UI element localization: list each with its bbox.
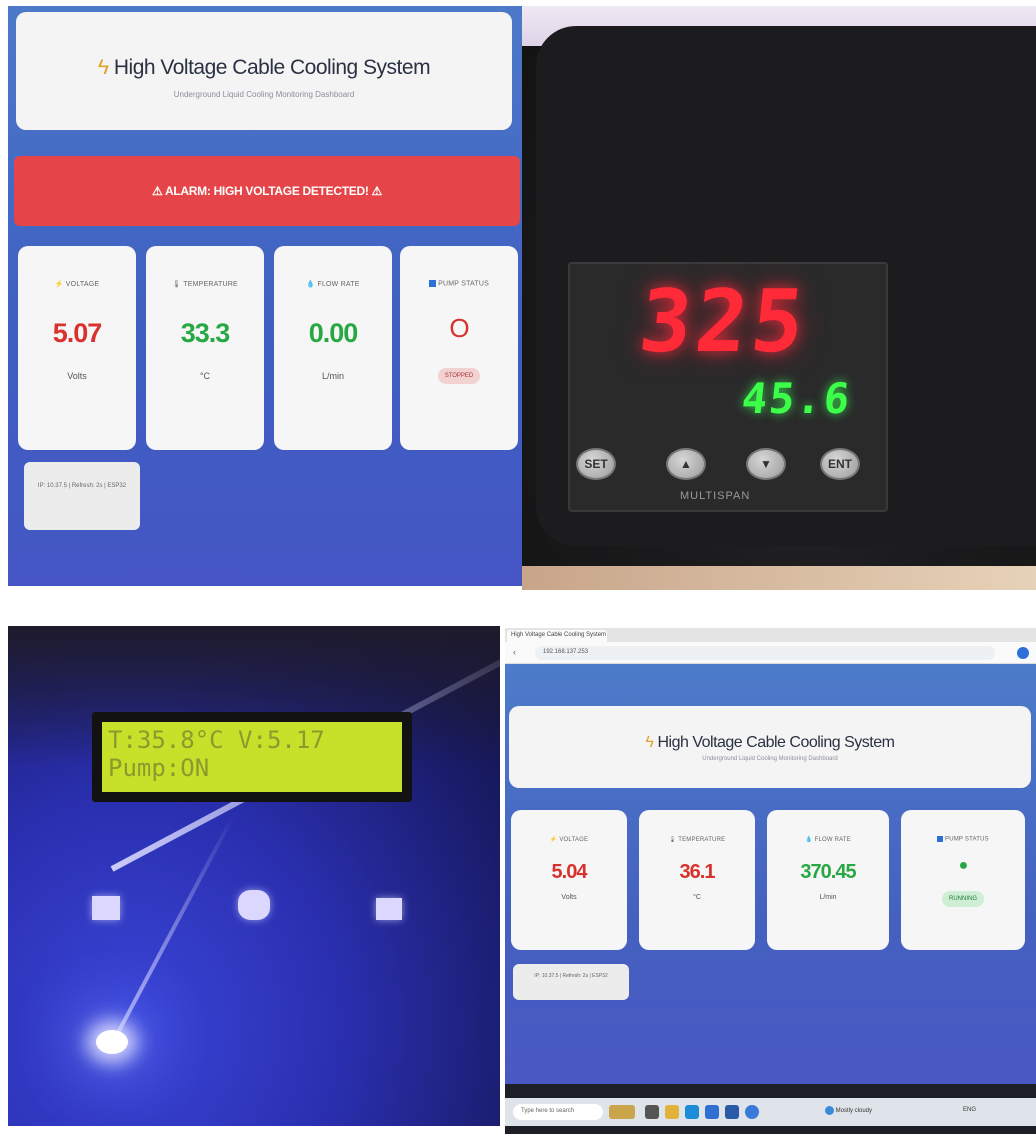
lcd-screen: T:35.8°C V:5.17 Pump:ON <box>102 722 402 792</box>
alarm-banner: ⚠ ALARM: HIGH VOLTAGE DETECTED! ⚠ <box>14 156 520 226</box>
weather-icon <box>825 1106 834 1115</box>
dashboard-photo: ϟ High Voltage Cable Cooling System Unde… <box>8 6 522 586</box>
sv-display: 45.6 <box>739 374 854 423</box>
set-button[interactable]: SET <box>576 448 616 480</box>
language-indicator: ENG <box>963 1107 977 1113</box>
pv-display: 325 <box>634 272 813 372</box>
ent-button[interactable]: ENT <box>820 448 860 480</box>
dashboard-subtitle: Underground Liquid Cooling Monitoring Da… <box>173 90 355 99</box>
dashboard-title: High Voltage Cable Cooling System <box>657 734 895 751</box>
metric-label: 💧 FLOW RATE <box>306 281 360 288</box>
lcd-module: T:35.8°C V:5.17 Pump:ON <box>92 712 412 802</box>
metric-label: 🌡 TEMPERATURE <box>668 837 726 843</box>
voltage-value: 5.07 <box>52 318 103 348</box>
explorer-icon[interactable] <box>665 1105 679 1119</box>
pump-indicator: ● <box>958 856 969 874</box>
dashboard-page: ϟ High Voltage Cable Cooling System Unde… <box>505 664 1036 1084</box>
lightning-icon: ϟ <box>645 734 654 751</box>
lcd-photo: T:35.8°C V:5.17 Pump:ON <box>8 626 500 1126</box>
metric-unit: L/min <box>819 894 837 901</box>
url-field[interactable]: 192.168.137.253 <box>535 646 995 660</box>
push-button-right[interactable] <box>376 898 402 920</box>
pump-icon <box>937 836 944 842</box>
profile-icon[interactable] <box>1017 647 1029 659</box>
windows-taskbar: Type here to search Mostly cloudy ENG <box>505 1084 1036 1134</box>
metric-unit: °C <box>693 894 701 901</box>
push-button-center[interactable] <box>238 890 270 920</box>
browser-tab-bar: High Voltage Cable Cooling System <box>505 628 1036 642</box>
metric-label: ⚡ VOLTAGE <box>54 281 100 288</box>
metric-unit: L/min <box>321 371 344 381</box>
metric-unit: °C <box>199 371 211 381</box>
address-bar: ‹ 192.168.137.253 <box>505 642 1036 664</box>
dashboard-subtitle: Underground Liquid Cooling Monitoring Da… <box>702 756 838 762</box>
footer-info: IP: 10.37.5 | Refresh: 2s | ESP32 <box>513 964 629 1000</box>
edge-icon[interactable] <box>685 1105 699 1119</box>
flow-rate-value: 0.00 <box>308 318 359 348</box>
voltage-card: ⚡ VOLTAGE 5.04 Volts <box>511 810 627 950</box>
pump-status-badge: STOPPED <box>437 368 481 385</box>
dashboard-header: ϟ High Voltage Cable Cooling System Unde… <box>509 706 1031 788</box>
flow-rate-value: 370.45 <box>800 861 856 883</box>
pump-status-badge: RUNNING <box>942 890 984 907</box>
metric-unit: Volts <box>561 894 577 901</box>
browser-tab[interactable]: High Voltage Cable Cooling System <box>507 630 607 642</box>
temperature-card: 🌡 TEMPERATURE 33.3 °C <box>146 246 264 450</box>
store-icon[interactable] <box>705 1105 719 1119</box>
chrome-icon[interactable] <box>745 1105 759 1119</box>
floor-background <box>522 566 1036 590</box>
temperature-card: 🌡 TEMPERATURE 36.1 °C <box>639 810 755 950</box>
pump-indicator: O <box>449 313 469 344</box>
taskview-icon[interactable] <box>645 1105 659 1119</box>
dashboard-title: High Voltage Cable Cooling System <box>113 56 431 79</box>
pump-status-card: PUMP STATUS O STOPPED <box>400 246 518 450</box>
metric-unit: Volts <box>67 371 87 381</box>
pump-status-card: PUMP STATUS ● RUNNING <box>901 810 1025 950</box>
pump-icon <box>429 280 436 287</box>
flow-rate-card: 💧 FLOW RATE 0.00 L/min <box>274 246 392 450</box>
metric-label: 💧 FLOW RATE <box>805 837 851 843</box>
brand-label: MULTISPAN <box>680 490 751 502</box>
voltage-value: 5.04 <box>551 861 588 883</box>
mail-icon[interactable] <box>725 1105 739 1119</box>
lcd-line-1: T:35.8°C V:5.17 <box>108 726 325 754</box>
metric-label: 🌡 TEMPERATURE <box>172 281 238 288</box>
lightning-icon: ϟ <box>97 56 109 79</box>
voltage-card: ⚡ VOLTAGE 5.07 Volts <box>18 246 136 450</box>
controller-photo: 325 45.6 SET ▲ ▼ ENT MULTISPAN <box>522 6 1036 590</box>
lcd-line-2: Pump:ON <box>108 754 210 782</box>
browser-screenshot: High Voltage Cable Cooling System ‹ 192.… <box>505 628 1036 1134</box>
metric-label: PUMP STATUS <box>438 280 489 288</box>
taskbar-search[interactable]: Type here to search <box>513 1104 603 1120</box>
led-indicator <box>96 1030 128 1054</box>
flow-rate-card: 💧 FLOW RATE 370.45 L/min <box>767 810 889 950</box>
temperature-value: 36.1 <box>679 861 716 883</box>
up-button[interactable]: ▲ <box>666 448 706 480</box>
push-button-left[interactable] <box>92 896 120 920</box>
taskbar-widget-icon[interactable] <box>609 1105 635 1119</box>
controller-bezel: 325 45.6 SET ▲ ▼ ENT MULTISPAN <box>568 262 888 512</box>
back-icon[interactable]: ‹ <box>513 647 516 657</box>
down-button[interactable]: ▼ <box>746 448 786 480</box>
footer-info: IP: 10.37.5 | Refresh: 2s | ESP32 <box>24 462 140 530</box>
temperature-value: 33.3 <box>180 318 231 348</box>
dashboard-header: ϟ High Voltage Cable Cooling System Unde… <box>16 12 512 130</box>
metric-label: PUMP STATUS <box>945 836 989 843</box>
weather-text: Mostly cloudy <box>835 1108 873 1115</box>
metric-label: ⚡ VOLTAGE <box>549 837 589 843</box>
